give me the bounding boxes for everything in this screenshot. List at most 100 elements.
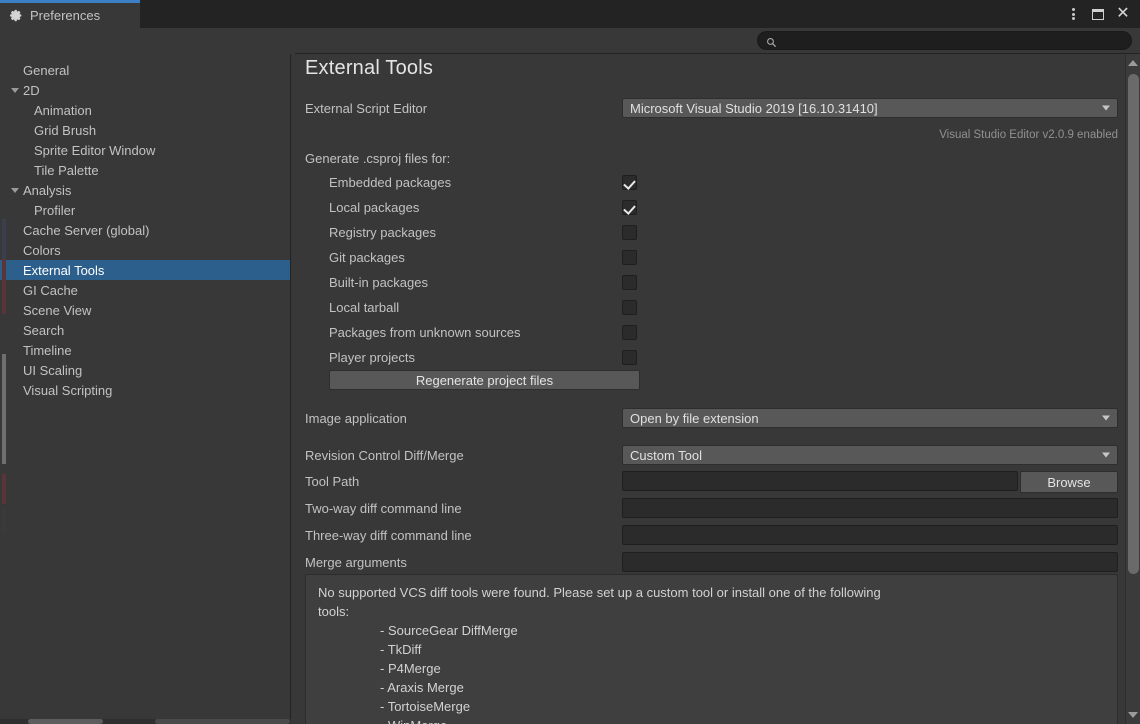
sidebar-item-grid-brush[interactable]: Grid Brush xyxy=(0,120,290,140)
helpbox-tool-item: - SourceGear DiffMerge xyxy=(380,623,518,638)
csproj-option-row: Local packages xyxy=(292,197,1118,219)
sidebar-item-ui-scaling[interactable]: UI Scaling xyxy=(0,360,290,380)
sidebar-item-label: Timeline xyxy=(23,342,72,358)
merge-arguments-input[interactable] xyxy=(622,552,1118,572)
search-bar-left-filler xyxy=(0,28,295,54)
sidebar-item-visual-scripting[interactable]: Visual Scripting xyxy=(0,380,290,400)
tab-label: Preferences xyxy=(30,8,101,23)
expand-triangle-icon[interactable] xyxy=(8,184,21,197)
image-application-value: Open by file extension xyxy=(630,410,759,426)
sidebar-item-label: GI Cache xyxy=(23,282,78,298)
row-two-way-diff: Two-way diff command line xyxy=(292,498,1118,520)
sidebar-item-label: Cache Server (global) xyxy=(23,222,150,238)
close-icon[interactable]: ✕ xyxy=(1112,2,1134,26)
csproj-option-row: Local tarball xyxy=(292,297,1118,319)
csproj-option-row: Built-in packages xyxy=(292,272,1118,294)
csproj-option-checkbox[interactable] xyxy=(622,250,637,265)
chevron-down-icon xyxy=(1102,452,1110,458)
helpbox-line-1: No supported VCS diff tools were found. … xyxy=(318,585,881,600)
browse-label: Browse xyxy=(1047,474,1091,490)
helpbox-line-2: tools: xyxy=(318,604,350,619)
sidebar-item-analysis[interactable]: Analysis xyxy=(0,180,290,200)
sidebar-item-label: Scene View xyxy=(23,302,92,318)
sidebar-item-label: 2D xyxy=(23,82,40,98)
page-title: External Tools xyxy=(305,57,434,79)
content-vertical-scrollbar[interactable] xyxy=(1125,54,1140,724)
revision-control-value: Custom Tool xyxy=(630,447,703,463)
external-script-editor-dropdown[interactable]: Microsoft Visual Studio 2019 [16.10.3141… xyxy=(622,98,1118,118)
helpbox-tool-item: - TortoiseMerge xyxy=(380,699,471,714)
csproj-option-checkbox[interactable] xyxy=(622,300,637,315)
settings-tree: General 2D Animation Grid Brush Sprite Edito… xyxy=(0,54,290,400)
csproj-option-checkbox[interactable] xyxy=(622,175,637,190)
sidebar-item-label: External Tools xyxy=(23,262,105,278)
row-revision-control: Revision Control Diff/Merge Custom Tool xyxy=(292,445,1118,467)
csproj-option-row: Embedded packages xyxy=(292,172,1118,194)
regenerate-project-files-button[interactable]: Regenerate project files xyxy=(329,370,640,390)
csproj-option-label: Player projects xyxy=(329,350,415,365)
image-application-label: Image application xyxy=(305,411,407,426)
three-way-diff-input[interactable] xyxy=(622,525,1118,545)
csproj-option-checkbox[interactable] xyxy=(622,200,637,215)
kebab-menu-icon[interactable] xyxy=(1062,2,1084,26)
sidebar-item-timeline[interactable]: Timeline xyxy=(0,340,290,360)
search-field[interactable] xyxy=(757,31,1132,50)
csproj-option-label: Git packages xyxy=(329,250,405,265)
sidebar-item-general[interactable]: General xyxy=(0,60,290,80)
sidebar-item-external-tools[interactable]: External Tools xyxy=(0,260,290,280)
sidebar-item-tile-palette[interactable]: Tile Palette xyxy=(0,160,290,180)
tab-preferences[interactable]: Preferences xyxy=(0,0,140,28)
sidebar-item-label: Grid Brush xyxy=(34,122,97,138)
sidebar-item-gi-cache[interactable]: GI Cache xyxy=(0,280,290,300)
sidebar-item-label: UI Scaling xyxy=(23,362,83,378)
search-input[interactable] xyxy=(782,34,1112,47)
browse-button[interactable]: Browse xyxy=(1020,471,1118,493)
scroll-down-arrow-icon[interactable] xyxy=(1128,712,1138,718)
sidebar-item-sprite-editor-window[interactable]: Sprite Editor Window xyxy=(0,140,290,160)
sidebar-item-cache-server-global[interactable]: Cache Server (global) xyxy=(0,220,290,240)
row-merge-arguments: Merge arguments xyxy=(292,552,1118,574)
search-icon xyxy=(766,35,777,48)
two-way-diff-input[interactable] xyxy=(622,498,1118,518)
maximize-icon[interactable] xyxy=(1087,2,1109,26)
sidebar-item-search[interactable]: Search xyxy=(0,320,290,340)
tool-path-label: Tool Path xyxy=(305,474,360,489)
sidebar-item-label: General xyxy=(23,62,70,78)
csproj-option-checkbox[interactable] xyxy=(622,350,637,365)
image-application-dropdown[interactable]: Open by file extension xyxy=(622,408,1118,428)
csproj-option-row: Git packages xyxy=(292,247,1118,269)
settings-tree-panel: General 2D Animation Grid Brush Sprite Edito… xyxy=(0,54,291,724)
sidebar-item-label: Sprite Editor Window xyxy=(34,142,156,158)
merge-arguments-label: Merge arguments xyxy=(305,555,407,570)
helpbox-tool-item: - P4Merge xyxy=(380,661,441,676)
csproj-option-row: Packages from unknown sources xyxy=(292,322,1118,344)
sidebar-item-colors[interactable]: Colors xyxy=(0,240,290,260)
row-csproj-header: Generate .csproj files for: xyxy=(292,148,1118,170)
sidebar-item-label: Profiler xyxy=(34,202,76,218)
scrollbar-thumb[interactable] xyxy=(1128,74,1139,574)
sidebar-item-label: Search xyxy=(23,322,65,338)
tool-path-input[interactable] xyxy=(622,471,1018,491)
three-way-diff-label: Three-way diff command line xyxy=(305,528,472,543)
regenerate-project-files-label: Regenerate project files xyxy=(415,372,554,388)
csproj-option-checkbox[interactable] xyxy=(622,325,637,340)
csproj-header-label: Generate .csproj files for: xyxy=(305,151,451,166)
sidebar-item-animation[interactable]: Animation xyxy=(0,100,290,120)
sidebar-item-label: Analysis xyxy=(23,182,72,198)
sidebar-item-profiler[interactable]: Profiler xyxy=(0,200,290,220)
scroll-up-arrow-icon[interactable] xyxy=(1128,60,1138,66)
expand-triangle-icon[interactable] xyxy=(8,84,21,97)
sidebar-item-label: Animation xyxy=(34,102,92,118)
external-script-editor-label: External Script Editor xyxy=(305,101,428,116)
tree-scrollbar[interactable] xyxy=(2,54,6,724)
sidebar-item-label: Colors xyxy=(23,242,61,258)
csproj-option-label: Built-in packages xyxy=(329,275,428,290)
tree-horizontal-scrollbar[interactable] xyxy=(0,719,291,724)
revision-control-dropdown[interactable]: Custom Tool xyxy=(622,445,1118,465)
sidebar-item-scene-view[interactable]: Scene View xyxy=(0,300,290,320)
csproj-option-label: Embedded packages xyxy=(329,175,452,190)
csproj-option-checkbox[interactable] xyxy=(622,225,637,240)
row-image-application: Image application Open by file extension xyxy=(292,408,1118,430)
csproj-option-checkbox[interactable] xyxy=(622,275,637,290)
sidebar-item-2d[interactable]: 2D xyxy=(0,80,290,100)
